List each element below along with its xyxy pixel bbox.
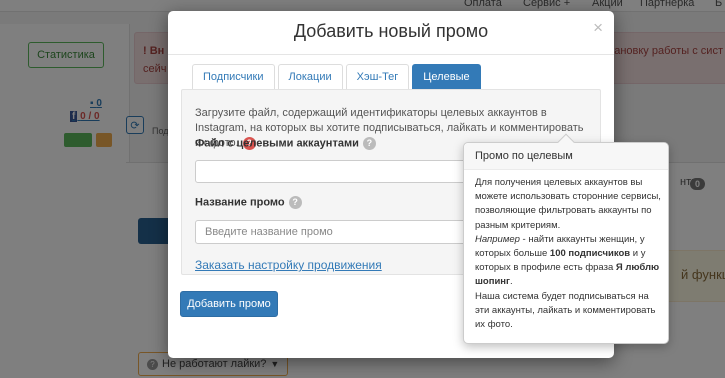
popover-title: Промо по целевым <box>464 143 668 170</box>
order-setup-link[interactable]: Заказать настройку продвижения <box>195 258 382 272</box>
file-field-label: Файл с целевыми аккаунтами? <box>195 137 376 150</box>
targeted-help-popover: Промо по целевым Для получения целевых а… <box>463 133 669 344</box>
popover-paragraph-1: Для получения целевых аккаунтов вы может… <box>475 177 661 231</box>
modal-header: Добавить новый промо × <box>168 11 614 55</box>
add-promo-button[interactable]: Добавить промо <box>180 291 278 317</box>
modal-title: Добавить новый промо <box>293 21 489 41</box>
tab-locations[interactable]: Локации <box>277 64 343 89</box>
popover-paragraph-3: Наша система будет подписываться на эти … <box>475 290 656 331</box>
file-help-icon[interactable]: ? <box>362 137 376 150</box>
close-icon[interactable]: × <box>593 19 603 36</box>
tab-targeted[interactable]: Целевые <box>412 64 481 89</box>
tab-subscribers[interactable]: Подписчики <box>192 64 275 89</box>
tab-hashtag[interactable]: Хэш-Тег <box>345 64 410 89</box>
popover-body: Для получения целевых аккаунтов вы может… <box>475 176 661 332</box>
popover-paragraph-2: Например - найти аккаунты женщин, у кото… <box>475 233 660 288</box>
name-help-icon[interactable]: ? <box>288 196 302 209</box>
name-field-label: Название промо? <box>195 196 302 209</box>
promo-type-tabs: Подписчики Локации Хэш-Тег Целевые <box>192 64 484 89</box>
